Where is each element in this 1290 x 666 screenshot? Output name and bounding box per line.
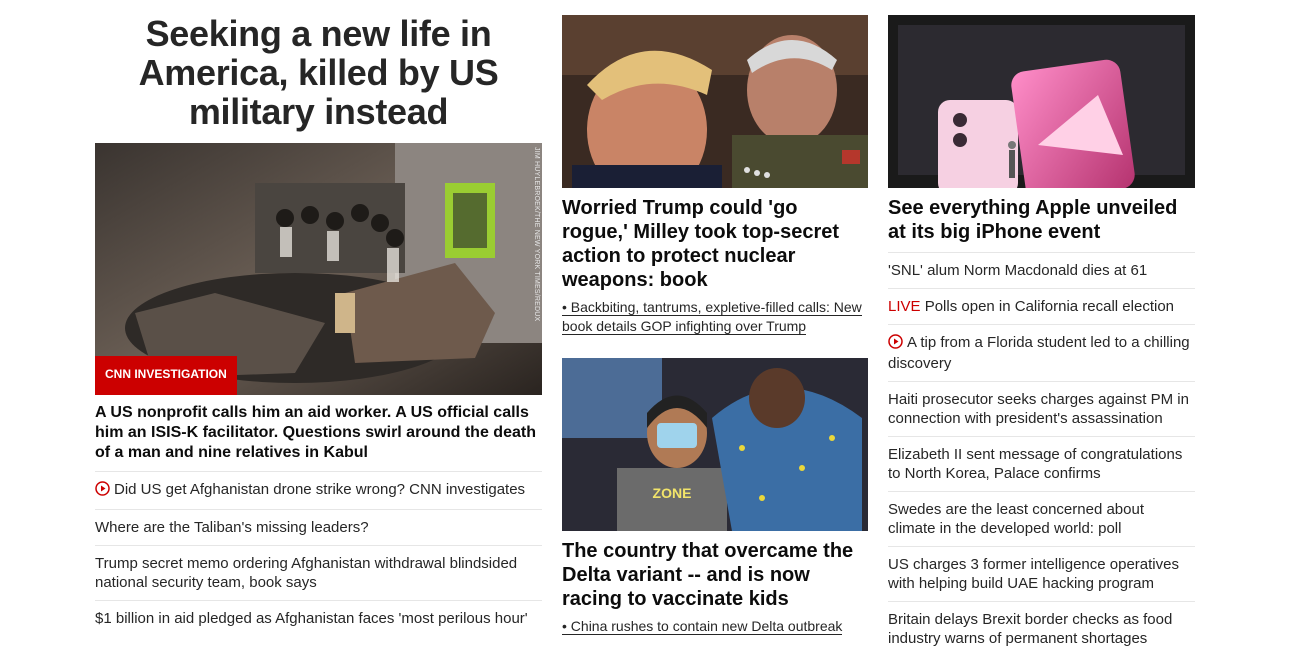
list-item[interactable]: Elizabeth II sent message of congratulat…	[888, 436, 1195, 491]
list-item[interactable]: Britain delays Brexit border checks as f…	[888, 601, 1195, 656]
lead-headline[interactable]: Seeking a new life in America, killed by…	[95, 14, 542, 131]
apple-event-photo	[888, 15, 1195, 188]
list-item[interactable]: 'SNL' alum Norm Macdonald dies at 61	[888, 252, 1195, 288]
list-item-text: Swedes are the least concerned about cli…	[888, 501, 1145, 537]
list-item-text: A tip from a Florida student led to a ch…	[888, 334, 1190, 372]
list-item-text: Elizabeth II sent message of congratulat…	[888, 446, 1183, 482]
lead-story-image[interactable]: JIM HUYLEBROEK/THE NEW YORK TIMES/REDUX …	[95, 143, 542, 395]
list-item-text: Britain delays Brexit border checks as f…	[888, 611, 1173, 647]
apple-event-image[interactable]	[888, 15, 1195, 188]
story-headline[interactable]: Worried Trump could 'go rogue,' Milley t…	[562, 196, 868, 292]
play-icon	[888, 334, 903, 354]
play-icon	[95, 481, 110, 501]
story-headline[interactable]: See everything Apple unveiled at its big…	[888, 196, 1195, 244]
list-item-text: Did US get Afghanistan drone strike wron…	[114, 481, 526, 498]
sublink-text: • Backbiting, tantrums, expletive-filled…	[562, 299, 862, 335]
list-item-text: Where are the Taliban's missing leaders?	[95, 519, 369, 536]
list-item[interactable]: US charges 3 former intelligence operati…	[888, 546, 1195, 601]
lead-story-column: Seeking a new life in America, killed by…	[95, 0, 542, 636]
list-item[interactable]: Did US get Afghanistan drone strike wron…	[95, 471, 542, 509]
story-sublink[interactable]: • China rushes to contain new Delta outb…	[562, 617, 868, 636]
list-item-text: US charges 3 former intelligence operati…	[888, 556, 1179, 592]
vaccine-photo: ZONE	[562, 358, 868, 531]
trump-milley-image[interactable]	[562, 15, 868, 188]
list-item[interactable]: Haiti prosecutor seeks charges against P…	[888, 381, 1195, 436]
list-item[interactable]: LIVE Polls open in California recall ele…	[888, 288, 1195, 324]
live-label: LIVE	[888, 298, 921, 315]
lead-story-description[interactable]: A US nonprofit calls him an aid worker. …	[95, 403, 542, 463]
headline-list: 'SNL' alum Norm Macdonald dies at 61 LIV…	[888, 252, 1195, 656]
list-item-text: Trump secret memo ordering Afghanistan w…	[95, 555, 518, 591]
investigation-badge[interactable]: CNN INVESTIGATION	[95, 356, 237, 395]
list-item[interactable]: Trump secret memo ordering Afghanistan w…	[95, 545, 542, 600]
image-credit: JIM HUYLEBROEK/THE NEW YORK TIMES/REDUX	[533, 147, 540, 322]
list-item[interactable]: Where are the Taliban's missing leaders?	[95, 509, 542, 545]
list-item-text: 'SNL' alum Norm Macdonald dies at 61	[888, 262, 1148, 279]
trump-milley-photo	[562, 15, 868, 188]
right-column: See everything Apple unveiled at its big…	[888, 0, 1195, 656]
list-item-text: Polls open in California recall election	[920, 298, 1175, 315]
list-item[interactable]: A tip from a Florida student led to a ch…	[888, 324, 1195, 381]
story-sublink[interactable]: • Backbiting, tantrums, expletive-filled…	[562, 298, 868, 336]
svg-text:ZONE: ZONE	[653, 485, 692, 501]
list-item[interactable]: Swedes are the least concerned about cli…	[888, 491, 1195, 546]
sublink-text: • China rushes to contain new Delta outb…	[562, 618, 843, 635]
list-item-text: Haiti prosecutor seeks charges against P…	[888, 391, 1189, 427]
list-item-text: $1 billion in aid pledged as Afghanistan…	[95, 610, 528, 627]
list-item[interactable]: $1 billion in aid pledged as Afghanistan…	[95, 600, 542, 636]
related-links-list: Did US get Afghanistan drone strike wron…	[95, 471, 542, 636]
middle-column: Worried Trump could 'go rogue,' Milley t…	[562, 0, 868, 636]
vaccine-image[interactable]: ZONE	[562, 358, 868, 531]
story-headline[interactable]: The country that overcame the Delta vari…	[562, 539, 868, 611]
